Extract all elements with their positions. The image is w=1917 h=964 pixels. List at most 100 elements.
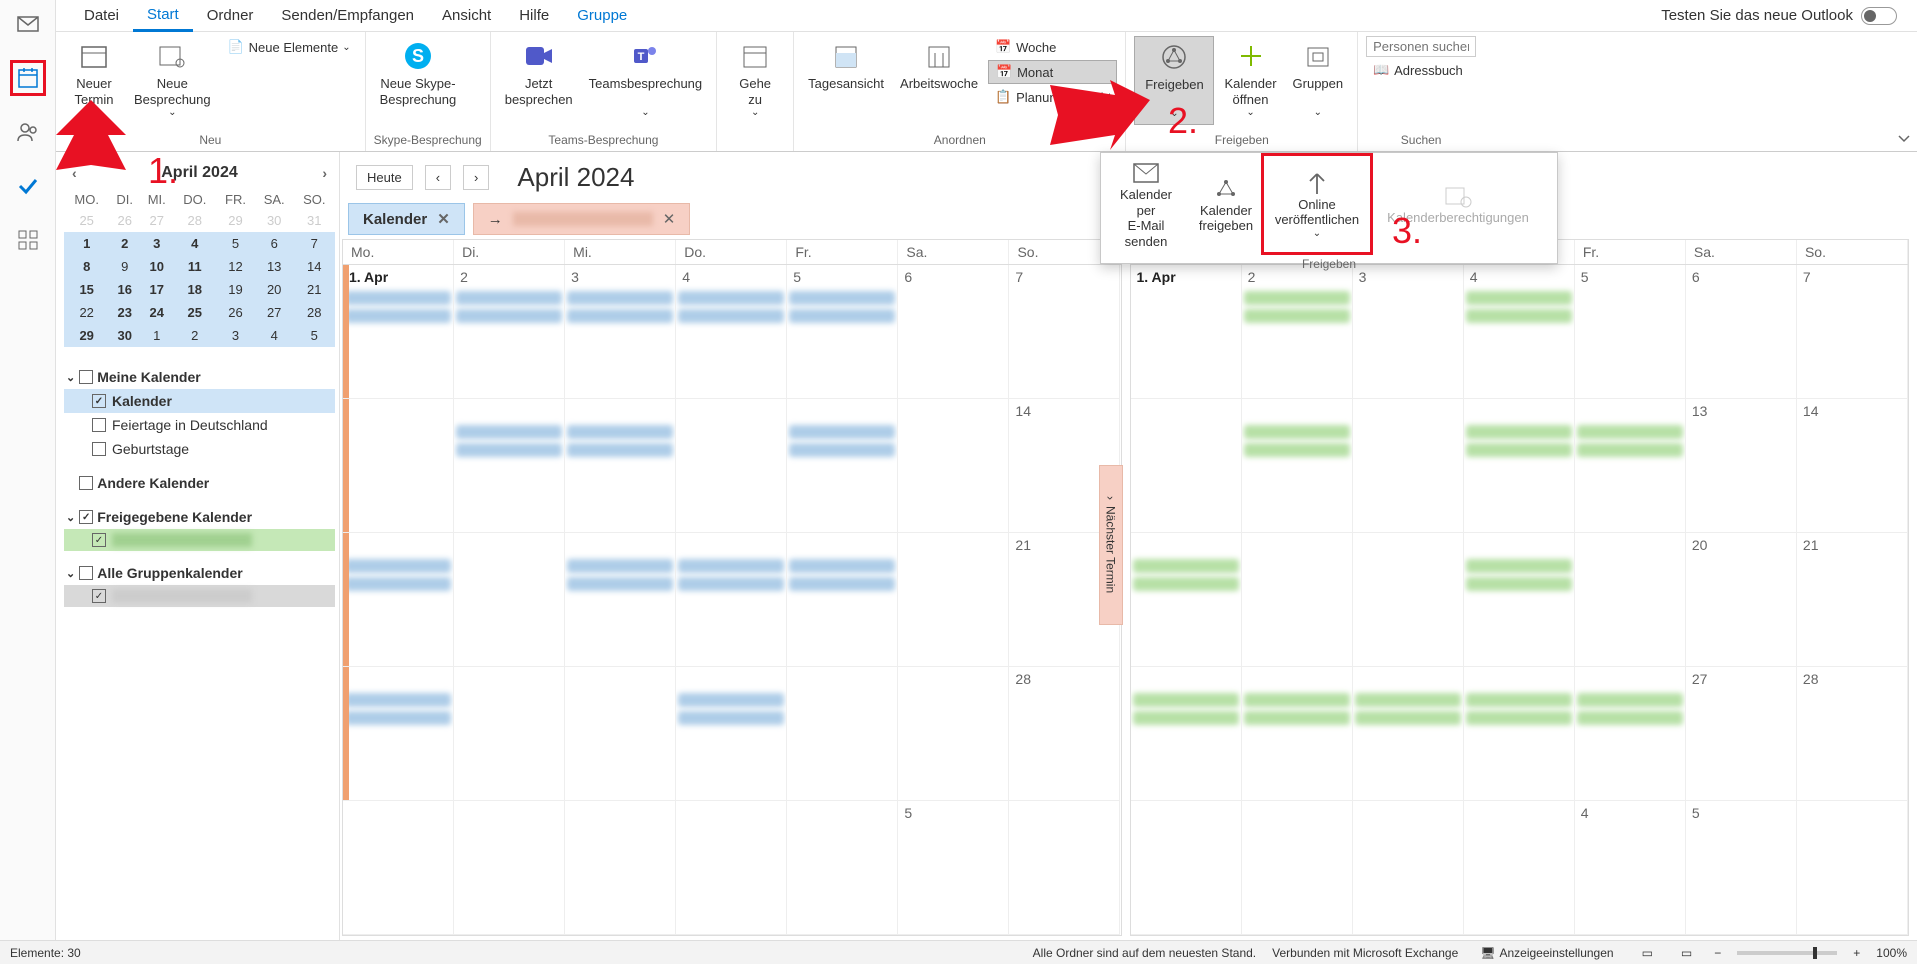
calendar-grid-right[interactable]: ← Mo.Di.Mi.Do.Fr.Sa.So. 1. Apr2345671314…: [1130, 239, 1910, 936]
teams-icon: T: [629, 40, 661, 72]
groups-button[interactable]: Gruppen⌄: [1287, 36, 1350, 123]
annotation-arrow-2: [1050, 80, 1150, 150]
next-appointment-button[interactable]: ›Nächster Termin: [1099, 465, 1123, 625]
plus-icon: [1235, 40, 1267, 72]
calendar-share-button[interactable]: Kalender freigeben: [1191, 153, 1261, 255]
calendar-group-meine[interactable]: ⌄Meine Kalender: [64, 365, 335, 389]
people-icon[interactable]: [10, 114, 46, 150]
status-bar: Elemente: 30 Alle Ordner sind auf dem ne…: [0, 940, 1917, 964]
calendar-tab-kalender[interactable]: Kalender✕: [348, 203, 465, 235]
calendar-item-kalender[interactable]: ✓Kalender: [64, 389, 335, 413]
ribbon-group-gehezu: Gehe zu⌄: [717, 32, 794, 151]
tab-ordner[interactable]: Ordner: [193, 1, 268, 30]
zoom-level: 100%: [1876, 946, 1907, 960]
display-settings-button[interactable]: 🖥Anzeigeeinstellungen: [1474, 944, 1619, 962]
next-month-button[interactable]: ›: [322, 165, 327, 181]
open-calendar-button[interactable]: Kalender öffnen⌄: [1218, 36, 1282, 123]
day-icon: [830, 40, 862, 72]
tab-start[interactable]: Start: [133, 0, 193, 32]
freigeben-dropdown: Kalender per E-Mail senden Kalender frei…: [1100, 152, 1558, 264]
svg-text:T: T: [638, 51, 645, 63]
workweek-icon: [923, 40, 955, 72]
tab-hilfe[interactable]: Hilfe: [505, 1, 563, 30]
prev-button[interactable]: ‹: [425, 165, 451, 190]
calendar-item-feiertage[interactable]: Feiertage in Deutschland: [64, 413, 335, 437]
tab-gruppe[interactable]: Gruppe: [563, 1, 641, 30]
status-connected: Verbunden mit Microsoft Exchange: [1272, 946, 1458, 960]
next-button[interactable]: ›: [463, 165, 489, 190]
ribbon-collapse-button[interactable]: [1897, 131, 1913, 147]
annotation-arrow-1: [56, 100, 146, 180]
calendar-list: ⌄Meine Kalender ✓Kalender Feiertage in D…: [64, 365, 335, 607]
zoom-out-button[interactable]: −: [1714, 946, 1721, 960]
monitor-icon: 🖥: [1480, 946, 1495, 960]
ribbon-group-label: Suchen: [1366, 131, 1476, 151]
meet-now-button[interactable]: Jetzt besprechen: [499, 36, 579, 111]
close-icon[interactable]: ✕: [663, 210, 676, 228]
skype-meeting-button[interactable]: S Neue Skype- Besprechung: [374, 36, 463, 111]
ribbon-group-label: [725, 145, 785, 151]
tab-datei[interactable]: Datei: [70, 1, 133, 30]
calendar-navigation-pane: ‹ April 2024 › MO.DI.MI.DO.FR.SA.SO. 252…: [56, 152, 340, 940]
calendar-email-button[interactable]: Kalender per E-Mail senden: [1101, 153, 1191, 255]
calendar-group-freigegebene[interactable]: ⌄✓Freigegebene Kalender: [64, 505, 335, 529]
new-outlook-toggle[interactable]: [1861, 7, 1897, 25]
view-normal-button[interactable]: ▭: [1636, 944, 1659, 962]
calendar-group-andere[interactable]: ⌄Andere Kalender: [64, 471, 335, 495]
teams-meeting-button[interactable]: T Teamsbesprechung⌄: [583, 36, 708, 123]
annotation-text-3: 3.: [1392, 210, 1422, 252]
calendar-icon[interactable]: [10, 60, 46, 96]
today-button[interactable]: Heute: [356, 165, 413, 190]
menu-bar: Datei Start Ordner Senden/Empfangen Ansi…: [0, 0, 1917, 32]
skype-icon: S: [402, 40, 434, 72]
ribbon-group-teams: Jetzt besprechen T Teamsbesprechung⌄ Tea…: [491, 32, 717, 151]
mail-icon[interactable]: [10, 6, 46, 42]
meeting-icon: [156, 40, 188, 72]
annotation-text-1: 1.: [148, 150, 178, 192]
close-icon[interactable]: ✕: [437, 210, 450, 228]
ribbon-group-label: Teams-Besprechung: [499, 131, 708, 151]
calendar-item-geburtstage[interactable]: Geburtstage: [64, 437, 335, 461]
status-sync: Alle Ordner sind auf dem neuesten Stand.: [1033, 946, 1256, 960]
status-elements: Elemente: 30: [10, 946, 81, 960]
arrow-right-icon: →: [488, 211, 503, 228]
annotation-text-2: 2.: [1168, 100, 1198, 142]
new-outlook-label: Testen Sie das neue Outlook: [1661, 7, 1853, 24]
calendar-group-alle-gruppen[interactable]: ⌄Alle Gruppenkalender: [64, 561, 335, 585]
calendar-goto-icon: [739, 40, 771, 72]
month-icon: 📅: [995, 63, 1013, 81]
main-area: ‹ April 2024 › MO.DI.MI.DO.FR.SA.SO. 252…: [56, 152, 1917, 940]
tab-ansicht[interactable]: Ansicht: [428, 1, 505, 30]
ribbon-group-suchen: 📖Adressbuch Suchen: [1358, 32, 1484, 151]
ribbon-group-label: Freigeben: [1134, 131, 1349, 151]
schedule-icon: 📋: [994, 88, 1012, 106]
people-search-input[interactable]: [1366, 36, 1476, 57]
calendar-item-shared-1[interactable]: ✓: [64, 529, 335, 551]
mini-calendar[interactable]: MO.DI.MI.DO.FR.SA.SO. 252627282930311234…: [64, 190, 335, 347]
zoom-slider[interactable]: [1737, 951, 1837, 955]
tasks-icon[interactable]: [10, 168, 46, 204]
tab-senden-empfangen[interactable]: Senden/Empfangen: [267, 1, 428, 30]
calendar-item-group-1[interactable]: ✓: [64, 585, 335, 607]
addressbook-button[interactable]: 📖Adressbuch: [1366, 59, 1476, 81]
zoom-in-button[interactable]: +: [1853, 946, 1860, 960]
goto-button[interactable]: Gehe zu⌄: [725, 36, 785, 123]
upload-arrow-icon: [1301, 169, 1333, 197]
calendar-new-icon: [78, 40, 110, 72]
calendar-tab-shared[interactable]: →✕: [473, 203, 691, 235]
day-view-button[interactable]: Tagesansicht: [802, 36, 890, 96]
share-icon: [1158, 41, 1190, 73]
apps-icon[interactable]: [10, 222, 46, 258]
week-button[interactable]: 📅Woche: [988, 36, 1117, 58]
neue-elemente-button[interactable]: 📄Neue Elemente ⌄: [221, 36, 357, 58]
work-week-button[interactable]: Arbeitswoche: [894, 36, 984, 96]
publish-online-button[interactable]: Online veröffentlichen ⌄: [1261, 153, 1373, 255]
popup-group-label: Freigeben: [1101, 255, 1557, 275]
camera-icon: [523, 40, 555, 72]
calendar-grid-left[interactable]: Mo.Di.Mi.Do.Fr.Sa.So. 1. Apr234567142128…: [342, 239, 1122, 936]
share-nodes-icon: [1210, 175, 1242, 203]
ribbon-group-skype: S Neue Skype- Besprechung Skype-Besprech…: [366, 32, 491, 151]
ribbon: Neuer Termin Neue Besprechung⌄ 📄Neue Ele…: [56, 32, 1917, 152]
ribbon-group-freigeben: Freigeben⌄ Kalender öffnen⌄ Gruppen⌄ Fre…: [1126, 32, 1358, 151]
view-reading-button[interactable]: ▭: [1675, 944, 1698, 962]
